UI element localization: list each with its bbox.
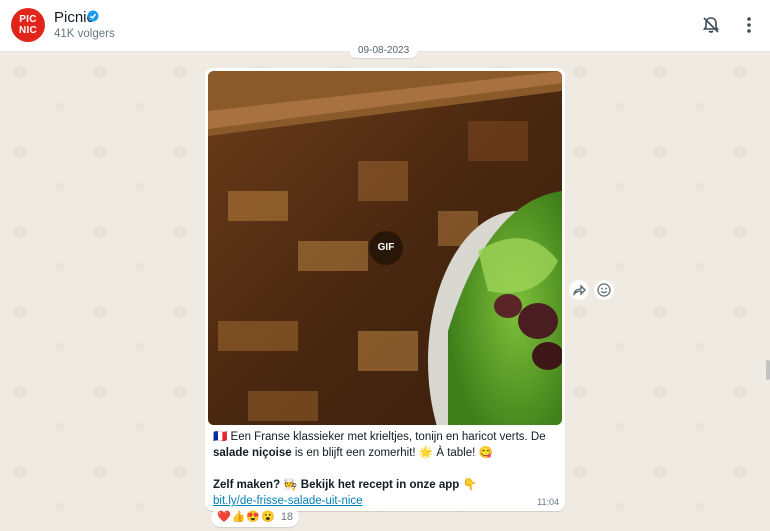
react-button[interactable] bbox=[594, 280, 614, 300]
caption-bold-text: salade niçoise bbox=[213, 447, 292, 459]
surprised-reaction: 😮 bbox=[261, 511, 275, 523]
message-caption: 🇫🇷 Een Franse klassieker met krieltjes, … bbox=[213, 429, 558, 509]
heart-eyes-reaction: 😍 bbox=[246, 511, 261, 523]
caption-paragraph-2: Zelf maken? 🧑‍🍳 Bekijk het recept in onz… bbox=[213, 477, 558, 493]
heart-reaction: ❤️ bbox=[217, 511, 231, 523]
reaction-count: 18 bbox=[280, 511, 294, 523]
channel-message: GIF 🇫🇷 Een Franse klassieker met krieltj… bbox=[205, 68, 565, 511]
gif-play-button[interactable]: GIF bbox=[369, 231, 403, 265]
scrollbar-thumb[interactable] bbox=[766, 360, 770, 380]
bell-off-icon[interactable] bbox=[700, 14, 722, 36]
follower-count: 41K volgers bbox=[54, 28, 115, 40]
channel-avatar[interactable]: PIC NIC bbox=[11, 8, 45, 42]
caption-paragraph-1: 🇫🇷 Een Franse klassieker met krieltjes, … bbox=[213, 429, 558, 461]
pointing-emoji: 👇 bbox=[459, 479, 477, 491]
avatar-logo: PIC NIC bbox=[18, 14, 38, 36]
forward-button[interactable] bbox=[569, 280, 589, 300]
more-vertical-icon[interactable] bbox=[738, 14, 760, 36]
verified-badge-icon bbox=[87, 10, 99, 22]
date-divider: 09-08-2023 bbox=[350, 44, 418, 58]
reaction-summary[interactable]: ❤️ 👍 😍 😮 18 bbox=[211, 508, 300, 527]
thumbs-up-reaction: 👍 bbox=[231, 511, 246, 523]
caption-text: is en blijft een zomerhit! 🌟 À table! 😋 bbox=[291, 447, 493, 459]
message-time: 11:04 bbox=[537, 497, 559, 507]
gif-media[interactable]: GIF bbox=[208, 71, 562, 425]
caption-text: Een Franse klassieker met krieltjes, ton… bbox=[227, 431, 546, 443]
recipe-link[interactable]: bit.ly/de-frisse-salade-uit-nice bbox=[213, 495, 363, 507]
smiley-icon bbox=[597, 283, 611, 297]
forward-icon bbox=[572, 284, 586, 296]
flag-emoji: 🇫🇷 bbox=[213, 431, 228, 443]
caption-bold-text: Zelf maken? 🧑‍🍳 Bekijk het recept in onz… bbox=[213, 479, 460, 491]
